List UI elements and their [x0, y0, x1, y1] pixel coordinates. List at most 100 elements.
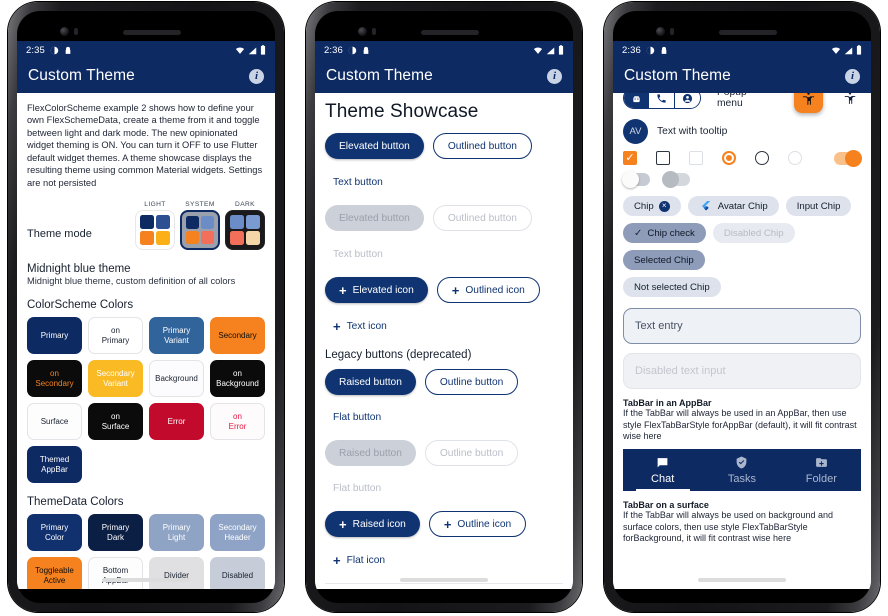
tab-tasks[interactable]: Tasks — [702, 449, 781, 491]
checkbox-unchecked[interactable] — [656, 151, 670, 165]
do-not-disturb-icon — [50, 46, 59, 55]
theme-mode-option-system[interactable]: SYSTEM — [180, 201, 220, 251]
switch-off[interactable] — [622, 171, 650, 188]
radio-selected[interactable] — [722, 151, 736, 165]
flat-icon-button-label: Flat icon — [346, 554, 386, 566]
divider — [325, 583, 563, 584]
flat-icon-button[interactable]: + Flat icon — [325, 547, 393, 573]
checkbox-checked[interactable]: ✓ — [623, 151, 637, 165]
outlined-button[interactable]: Outlined button — [432, 133, 532, 159]
toggle-buttons[interactable] — [623, 93, 701, 109]
app-bar: Custom Theme i — [315, 59, 573, 93]
status-bar: 2:35 — [17, 41, 275, 59]
accessibility-icon[interactable] — [843, 93, 857, 105]
elevated-icon-button[interactable]: + Elevated icon — [325, 277, 428, 303]
chip-not-selected[interactable]: Not selected Chip — [623, 277, 721, 297]
phone-icon[interactable] — [649, 93, 675, 108]
theme-mode-swatch-light[interactable] — [135, 210, 175, 251]
sensor-icon — [372, 28, 376, 35]
color-swatch: Primary Light — [149, 514, 204, 552]
chip-label: Selected Chip — [634, 254, 694, 266]
color-swatch: Disabled — [210, 557, 265, 589]
close-icon[interactable]: × — [658, 200, 670, 212]
plus-icon: + — [451, 282, 460, 298]
chip-check[interactable]: ✓ Chip check — [623, 223, 706, 243]
plus-icon: + — [333, 318, 341, 334]
app-bar: Custom Theme i — [613, 59, 871, 93]
battery-icon — [856, 45, 862, 55]
text-icon-button-label: Text icon — [346, 320, 387, 332]
flutter-logo-icon — [699, 199, 713, 213]
tab-chat[interactable]: Chat — [623, 449, 702, 492]
outlined-icon-button[interactable]: + Outlined icon — [436, 277, 540, 303]
tooltip-text[interactable]: Text with tooltip — [657, 126, 727, 137]
theme-mode-caption-dark: DARK — [235, 201, 255, 209]
text-entry-field[interactable]: Text entry — [623, 308, 861, 344]
theme-mode-option-light[interactable]: LIGHT — [135, 201, 175, 251]
outline-icon-button[interactable]: + Outline icon — [428, 511, 527, 537]
text-icon-button[interactable]: + Text icon — [325, 313, 395, 339]
colorscheme-swatch-grid: Primary on Primary Primary Variant Secondary o… — [27, 317, 265, 484]
raised-icon-button[interactable]: + Raised icon — [325, 511, 420, 537]
elevated-icon-button-label: Elevated icon — [352, 284, 414, 296]
radio-unselected[interactable] — [755, 151, 769, 165]
color-swatch: on Surface — [88, 403, 143, 441]
signal-icon — [844, 46, 853, 55]
account-circle-icon[interactable] — [674, 93, 700, 108]
phone-body: 2:35 Custom Theme i FlexColorScheme exam… — [8, 2, 284, 612]
color-swatch: Secondary Variant — [88, 360, 143, 398]
themedata-heading: ThemeData Colors — [27, 496, 124, 509]
flat-button[interactable]: Flat button — [325, 404, 389, 430]
avatar-row: AV Text with tooltip — [623, 119, 861, 144]
color-swatch-label: on Surface — [101, 412, 130, 431]
chip-label: Not selected Chip — [634, 281, 710, 293]
verified-user-icon — [735, 456, 748, 471]
theme-mode-selector[interactable]: Theme mode LIGHT SYSTEM DARK — [27, 201, 265, 251]
color-swatch: Primary Color — [27, 514, 82, 552]
chip-label: Chip — [634, 200, 654, 212]
button-row-disabled: Elevated button Outlined button — [325, 205, 563, 231]
do-not-disturb-icon — [348, 46, 357, 55]
button-row-text-disabled: Text button — [325, 241, 563, 267]
raised-button[interactable]: Raised button — [325, 369, 416, 395]
theme-mode-option-dark[interactable]: DARK — [225, 201, 265, 251]
color-swatch-label: Secondary — [218, 331, 257, 341]
android-icon[interactable] — [624, 93, 650, 108]
theme-mode-swatch-dark[interactable] — [225, 210, 265, 251]
popup-menu-label[interactable]: Popup menu — [717, 93, 774, 109]
tabbar-surface-heading: TabBar on a surface — [623, 500, 709, 511]
chip-input[interactable]: Input Chip — [785, 196, 852, 216]
screenshot-root: 2:35 Custom Theme i FlexColorScheme exam… — [0, 0, 888, 616]
color-swatch: on Error — [210, 403, 265, 441]
scroll-content-right[interactable]: Popup menu AV — [613, 93, 871, 589]
scheme-name: Midnight blue theme — [27, 263, 131, 276]
info-icon[interactable]: i — [547, 68, 562, 84]
info-icon[interactable]: i — [249, 68, 264, 84]
info-icon[interactable]: i — [845, 68, 860, 84]
color-swatch: Divider — [149, 557, 204, 589]
color-swatch: on Secondary — [27, 360, 82, 398]
outline-button[interactable]: Outline button — [424, 369, 519, 395]
lock-icon — [362, 46, 370, 55]
theme-mode-swatch-system[interactable] — [180, 210, 220, 251]
floating-action-button[interactable] — [793, 93, 823, 113]
elevated-button[interactable]: Elevated button — [325, 133, 424, 159]
button-row-text-icon: + Text icon — [325, 313, 563, 339]
chip-label: Avatar Chip — [717, 200, 768, 212]
color-swatch-label: Surface — [40, 417, 69, 427]
color-swatch-label: Primary Dark — [101, 523, 130, 542]
plus-icon: + — [339, 516, 347, 532]
chip-avatar[interactable]: Avatar Chip — [687, 196, 779, 216]
color-swatch: Secondary — [210, 317, 265, 355]
scroll-content-left[interactable]: FlexColorScheme example 2 shows how to d… — [17, 93, 275, 589]
phone-body: 2:36 — [604, 2, 880, 612]
raised-button-disabled: Raised button — [325, 440, 416, 466]
switch-on[interactable] — [834, 149, 862, 167]
color-swatch: BottomAppBar — [88, 557, 143, 589]
chip-default[interactable]: Chip × — [623, 196, 681, 216]
plus-icon: + — [339, 282, 347, 298]
tab-folder[interactable]: Folder — [782, 449, 861, 491]
scroll-content-middle[interactable]: Theme Showcase Elevated button Outlined … — [315, 93, 573, 589]
text-button[interactable]: Text button — [325, 169, 391, 195]
chip-selected[interactable]: Selected Chip — [623, 250, 705, 270]
